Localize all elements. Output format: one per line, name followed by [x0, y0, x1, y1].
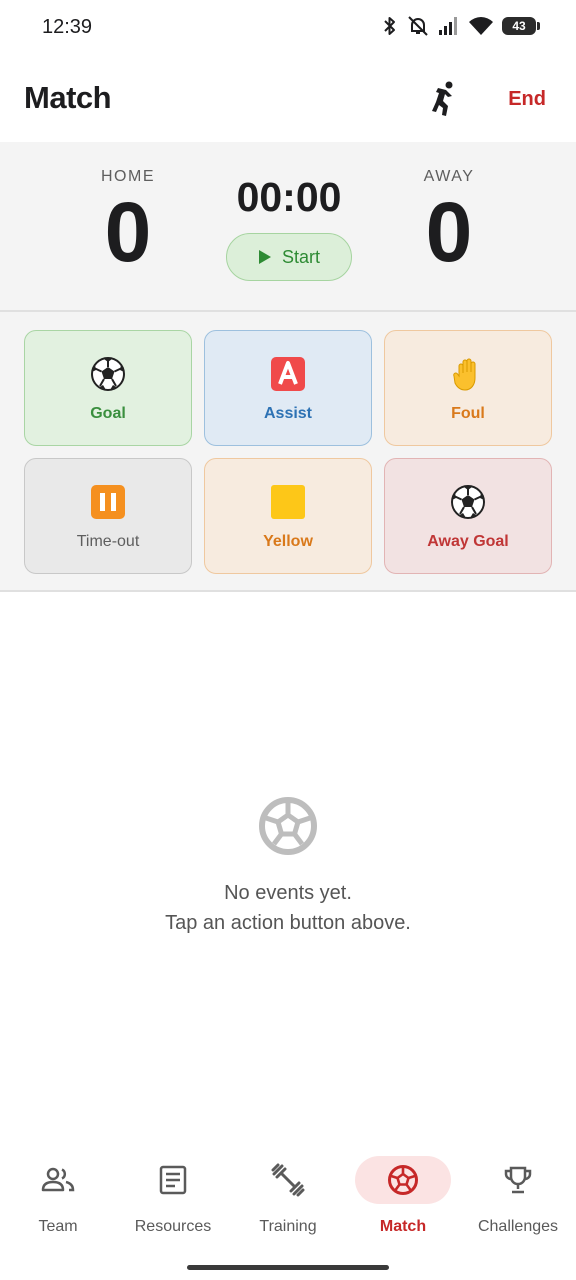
nav-pill	[470, 1156, 566, 1204]
nav-pill-active	[355, 1156, 451, 1204]
bell-off-icon	[408, 16, 428, 36]
nav-label-resources: Resources	[134, 1218, 212, 1235]
nav-item-training[interactable]: Training	[230, 1156, 346, 1236]
yellow-square-icon	[269, 483, 307, 521]
nav-item-match[interactable]: Match	[345, 1156, 461, 1236]
start-button[interactable]: Start	[226, 233, 352, 281]
nav-label-match: Match	[379, 1218, 427, 1235]
away-score: 0	[425, 185, 473, 279]
away-team: AWAY 0	[369, 168, 529, 274]
goal-button[interactable]: Goal	[24, 330, 192, 446]
trophy-icon	[504, 1166, 532, 1194]
status-time: 12:39	[42, 16, 93, 38]
article-icon	[159, 1165, 187, 1195]
time-out-button[interactable]: Time-out	[24, 458, 192, 574]
bluetooth-icon	[384, 17, 395, 35]
nav-item-resources[interactable]: Resources	[115, 1156, 231, 1236]
empty-state-hint: Tap an action button above.	[165, 912, 411, 934]
score-panel: HOME 0 00:00 Start AWAY 0	[0, 142, 576, 312]
status-bar: 12:39 43	[0, 0, 576, 56]
status-icons: 43	[382, 14, 540, 38]
foul-button[interactable]: Foul	[384, 330, 552, 446]
away-label: AWAY	[423, 168, 475, 185]
letter-a-icon	[269, 355, 307, 393]
home-indicator[interactable]	[187, 1265, 389, 1270]
dumbbell-icon	[271, 1163, 305, 1197]
page-title: Match	[24, 80, 112, 115]
assist-label: Assist	[263, 405, 313, 422]
away-goal-label: Away Goal	[427, 533, 509, 550]
home-team: HOME 0	[48, 168, 208, 274]
foul-label: Foul	[451, 405, 485, 422]
yellow-card-button[interactable]: Yellow	[204, 458, 372, 574]
match-timer: 00:00	[236, 174, 342, 220]
people-icon	[41, 1167, 75, 1192]
home-score: 0	[104, 185, 152, 279]
empty-state-title: No events yet.	[224, 882, 352, 904]
pause-icon	[89, 483, 127, 521]
nav-pill	[10, 1156, 106, 1204]
nav-pill	[240, 1156, 336, 1204]
app-bar: Match End	[0, 56, 576, 142]
player-running-icon[interactable]	[428, 80, 460, 120]
soccer-ball-outline-icon	[259, 797, 317, 855]
nav-label-team: Team	[38, 1218, 78, 1235]
soccer-ball-icon	[89, 355, 127, 393]
nav-label-challenges: Challenges	[477, 1218, 559, 1235]
assist-button[interactable]: Assist	[204, 330, 372, 446]
soccer-ball-icon	[449, 483, 487, 521]
raised-hand-icon	[449, 355, 487, 393]
bottom-nav: Team Resources Training Match Challenges	[0, 1150, 576, 1250]
time-out-label: Time-out	[76, 533, 140, 550]
signal-icon	[439, 17, 457, 35]
nav-pill	[125, 1156, 221, 1204]
soccer-ball-icon	[388, 1165, 418, 1195]
home-label: HOME	[101, 168, 155, 185]
nav-label-training: Training	[259, 1218, 317, 1235]
nav-item-challenges[interactable]: Challenges	[460, 1156, 576, 1236]
away-goal-button[interactable]: Away Goal	[384, 458, 552, 574]
end-button[interactable]: End	[508, 88, 546, 111]
play-icon	[258, 250, 271, 264]
battery-level: 43	[512, 19, 526, 33]
nav-item-team[interactable]: Team	[0, 1156, 116, 1236]
battery-icon: 43	[502, 17, 540, 35]
start-label: Start	[281, 246, 320, 267]
wifi-icon	[469, 17, 493, 35]
action-grid: Goal Assist Foul Time-out Yellow Away Go…	[0, 312, 576, 592]
yellow-label: Yellow	[263, 533, 313, 550]
goal-label: Goal	[90, 405, 126, 422]
